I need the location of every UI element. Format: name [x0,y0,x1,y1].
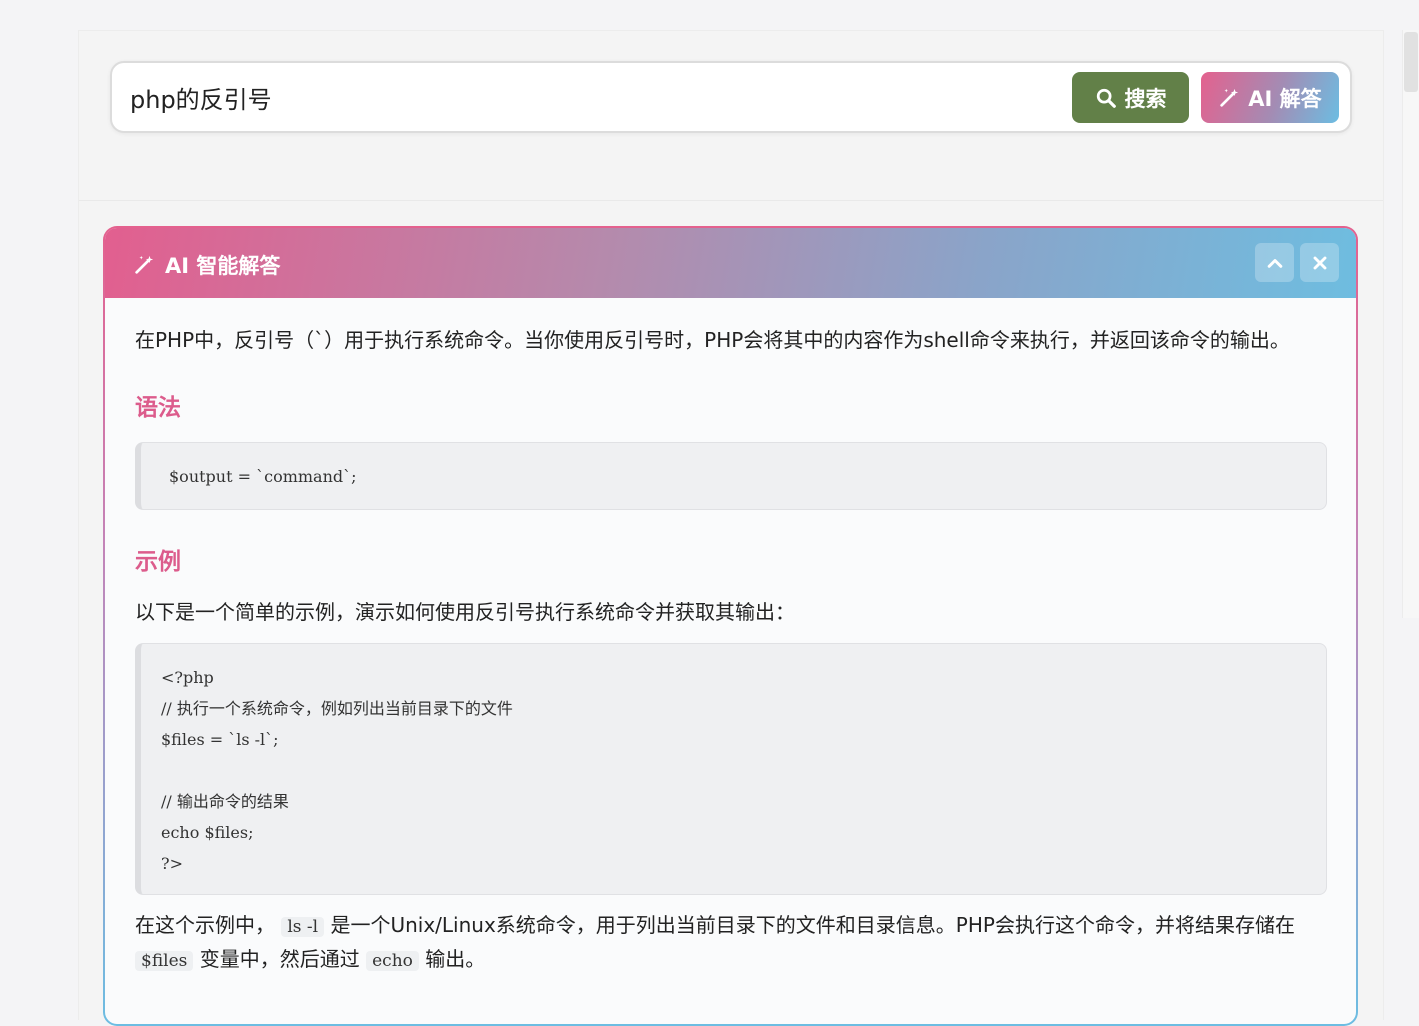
example-intro: 以下是一个简单的示例，演示如何使用反引号执行系统命令并获取其输出： [135,600,795,624]
example-code-block: <?php // 执行一个系统命令，例如列出当前目录下的文件 $files = … [135,643,1327,895]
syntax-code-block: $output = `command`; [135,442,1327,510]
example-heading: 示例 [135,549,181,575]
inline-code-echo: echo [366,951,419,971]
inline-code-ls: ls -l [281,917,325,937]
scrollbar-track[interactable] [1402,30,1419,618]
intro-paragraph: 在PHP中，反引号（`）用于执行系统命令。当你使用反引号时，PHP会将其中的内容… [135,328,1290,352]
explain-text-1: 在这个示例中， [135,913,275,937]
close-icon [1313,256,1326,269]
ai-panel-title-text: AI 智能解答 [165,254,281,278]
explain-text-3: 变量中，然后通过 [199,947,360,971]
search-button-label: 搜索 [1124,86,1167,111]
search-button[interactable]: 搜索 [1072,72,1189,123]
ai-panel-title: AI 智能解答 [133,250,280,280]
search-icon [1096,88,1116,108]
inline-code-files: $files [135,951,194,971]
search-input[interactable] [130,77,1060,117]
syntax-heading: 语法 [135,395,181,421]
explanation-paragraph: 在这个示例中， ls -l 是一个Unix/Linux系统命令，用于列出当前目录… [135,909,1327,977]
magic-wand-icon [135,255,154,274]
ai-panel-content: 在PHP中，反引号（`）用于执行系统命令。当你使用反引号时，PHP会将其中的内容… [135,324,1327,977]
ai-panel-header: AI 智能解答 [105,228,1356,298]
explain-text-2: 是一个Unix/Linux系统命令，用于列出当前目录下的文件和目录信息。PHP会… [330,913,1295,937]
search-section: 搜索 AI 解答 [79,30,1383,201]
close-button[interactable] [1300,243,1339,282]
search-box: 搜索 AI 解答 [110,61,1352,133]
explain-text-4: 输出。 [425,947,486,971]
chevron-up-icon [1267,258,1282,268]
scrollbar-thumb[interactable] [1404,32,1418,92]
collapse-button[interactable] [1255,243,1294,282]
ai-answer-button-label: AI 解答 [1248,86,1322,111]
ai-answer-button[interactable]: AI 解答 [1201,72,1339,123]
ai-answer-panel: AI 智能解答 在PHP中，反引号（`）用于执行系统命令。当你使用反引号时，PH… [103,226,1358,1026]
magic-wand-icon [1220,88,1239,107]
